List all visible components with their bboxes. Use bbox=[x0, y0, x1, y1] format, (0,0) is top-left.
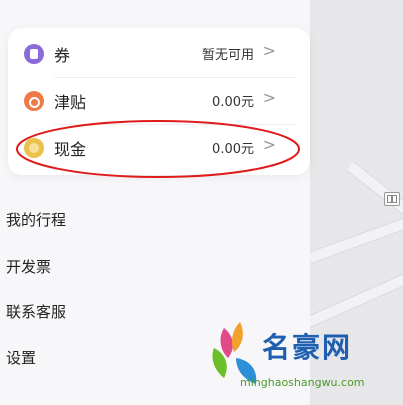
app-screen: 券 暂无可用 > 津贴 0.00元 > 现金 0.00元 > 我的行程 开发票 … bbox=[0, 0, 403, 405]
subsidy-icon bbox=[24, 91, 44, 111]
bus-stop-icon[interactable] bbox=[384, 192, 400, 206]
watermark: 名豪网 minghaoshangwu.com bbox=[206, 318, 401, 405]
wallet-row-subsidy[interactable]: 津贴 0.00元 > bbox=[8, 77, 278, 123]
menu-item-customer-service[interactable]: 联系客服 bbox=[6, 301, 66, 322]
wallet-row-value: 暂无可用 bbox=[201, 48, 254, 63]
map-road bbox=[310, 207, 403, 264]
wallet-row-value: 0.00元 bbox=[212, 95, 254, 110]
highlight-ellipse bbox=[16, 120, 300, 178]
watermark-url: minghaoshangwu.com bbox=[240, 376, 365, 389]
chevron-right-icon: > bbox=[262, 88, 276, 107]
wallet-row-label: 券 bbox=[54, 46, 71, 65]
menu-item-invoice[interactable]: 开发票 bbox=[6, 256, 51, 277]
chevron-right-icon: > bbox=[262, 41, 276, 60]
wallet-row-label: 津贴 bbox=[54, 93, 87, 112]
watermark-title: 名豪网 bbox=[262, 331, 353, 364]
coupon-icon bbox=[24, 44, 44, 64]
wallet-row-coupon[interactable]: 券 暂无可用 > bbox=[8, 30, 278, 76]
menu-item-settings[interactable]: 设置 bbox=[6, 347, 36, 368]
menu-item-trips[interactable]: 我的行程 bbox=[6, 209, 66, 230]
